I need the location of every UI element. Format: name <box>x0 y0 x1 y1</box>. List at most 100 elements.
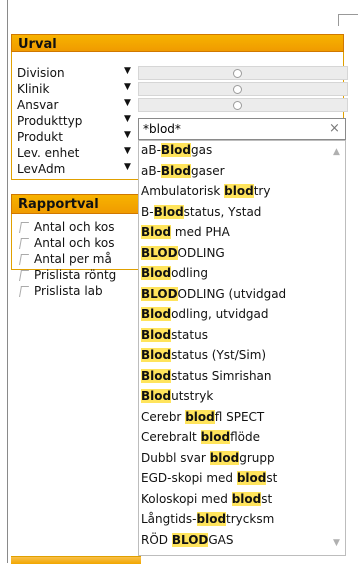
dropdown-option[interactable]: Långtids-blodtrycksm <box>141 510 274 529</box>
field-row-klinik[interactable]: Klinik ▼ <box>12 81 348 97</box>
dropdown-option[interactable]: aB-Blodgaser <box>141 162 225 181</box>
dropdown-arrow-icon[interactable]: ▼ <box>124 82 131 92</box>
option-text-match: blod <box>231 491 262 506</box>
option-text-post: status (Yst/Sim) <box>171 348 267 362</box>
checkbox-icon[interactable] <box>19 238 29 249</box>
dropdown-option[interactable]: Blodstatus (Yst/Sim) <box>141 346 266 365</box>
option-text-post: odling, utvidgad <box>171 307 269 321</box>
dropdown-option[interactable]: Cerebr blodfl SPECT <box>141 408 264 427</box>
dropdown-arrow-icon[interactable]: ▼ <box>124 66 131 76</box>
option-text-post: gas <box>191 143 213 157</box>
dropdown-option[interactable]: B-Blodstatus, Ystad <box>141 203 261 222</box>
option-text-post: status, Ystad <box>183 204 262 219</box>
option-text-pre: B- <box>141 204 154 219</box>
left-border-line <box>7 0 8 563</box>
checkbox-icon[interactable] <box>19 222 29 233</box>
field-row-ansvar[interactable]: Ansvar ▼ <box>12 97 348 113</box>
option-text-match: blod <box>209 450 240 465</box>
option-text-match: blod <box>185 409 215 424</box>
report-item-label: Antal och kos <box>34 220 115 234</box>
option-text-match: Blod <box>141 225 172 239</box>
field-label: Division <box>17 66 65 80</box>
dropdown-option[interactable]: Blod med PHA <box>141 223 230 242</box>
field-value-box[interactable] <box>138 98 348 112</box>
checkbox-icon[interactable] <box>19 270 29 281</box>
radio-dot-icon <box>233 85 242 94</box>
option-text-pre: aB- <box>141 163 161 178</box>
option-text-post: odling <box>171 266 208 280</box>
option-text-post: status Simrishan <box>171 368 272 383</box>
field-label: LevAdm <box>17 162 66 176</box>
checkbox-icon[interactable] <box>19 254 29 265</box>
option-text-match: Blod <box>141 266 172 280</box>
dropdown-arrow-icon[interactable]: ▼ <box>124 98 131 108</box>
dropdown-arrow-icon[interactable]: ▼ <box>124 162 131 172</box>
option-text-match: Blod <box>141 368 172 383</box>
field-label: Ansvar <box>17 98 59 112</box>
dropdown-option[interactable]: Blodstatus <box>141 326 208 345</box>
dropdown-arrow-icon[interactable]: ▼ <box>124 114 131 124</box>
option-text-match: BLOD <box>171 532 209 547</box>
report-item-label: Antal och kos <box>34 236 115 250</box>
dropdown-option[interactable]: BLODODLING (utvidgad <box>141 285 286 304</box>
option-text-match: blod <box>236 471 267 485</box>
radio-dot-icon <box>233 69 242 78</box>
scroll-up-arrow-icon[interactable]: ▲ <box>333 147 340 157</box>
option-text-match: blod <box>224 184 254 198</box>
dropdown-option[interactable]: Blododling, utvidgad <box>141 305 269 324</box>
field-row-division[interactable]: Division ▼ <box>12 65 348 81</box>
suggestion-dropdown-list[interactable]: aB-Blodgas aB-Blodgaser Ambulatorisk blodt… <box>138 140 346 556</box>
dropdown-option[interactable]: RÖD BLODGAS <box>141 531 234 550</box>
option-text-match: Blod <box>141 307 172 321</box>
rapportval-title: Rapportval <box>18 197 99 212</box>
option-text-match: Blod <box>160 143 192 157</box>
report-item-label: Prislista lab <box>34 284 103 298</box>
field-label: Lev. enhet <box>17 146 80 160</box>
option-text-match: blod <box>196 512 227 526</box>
option-text-match: BLOD <box>141 286 178 301</box>
radio-dot-icon <box>233 101 242 110</box>
option-text-post: fl SPECT <box>214 409 265 424</box>
option-text-pre: Cerebr <box>141 409 186 424</box>
dropdown-option[interactable]: Dubbl svar blodgrupp <box>141 449 275 468</box>
option-text-pre: RÖD <box>141 532 172 547</box>
scroll-down-arrow-icon[interactable]: ▼ <box>333 538 340 548</box>
option-text-match: Blod <box>141 327 172 342</box>
dropdown-option[interactable]: Cerebralt blodflöde <box>141 428 260 447</box>
top-right-frame-corner <box>338 14 358 26</box>
dropdown-arrow-icon[interactable]: ▼ <box>124 130 131 140</box>
dropdown-option[interactable]: Blodutstryk <box>141 387 213 406</box>
produkttyp-search-input[interactable] <box>138 118 346 140</box>
option-text-post: st <box>266 471 278 485</box>
dropdown-option[interactable]: Blodstatus Simrishan <box>141 367 272 386</box>
dropdown-option[interactable]: Koloskopi med blodst <box>141 490 272 509</box>
option-text-match: Blod <box>160 163 192 178</box>
option-text-pre: Dubbl svar <box>141 450 210 465</box>
checkbox-icon[interactable] <box>19 286 29 297</box>
report-item-label: Antal per må <box>34 252 112 266</box>
urval-header: Urval <box>11 34 344 52</box>
option-text-match: Blod <box>141 348 172 362</box>
field-value-box[interactable] <box>138 66 348 80</box>
report-item-label: Prislista röntg <box>34 268 117 282</box>
option-text-post: st <box>261 491 273 506</box>
option-text-pre: EGD-skopi med <box>141 471 237 485</box>
option-text-post: status <box>171 327 208 342</box>
field-label: Klinik <box>17 82 50 96</box>
option-text-post: GAS <box>208 532 234 547</box>
option-text-post: ODLING (utvidgad <box>177 286 287 301</box>
dropdown-arrow-icon[interactable]: ▼ <box>124 146 131 156</box>
dropdown-option[interactable]: BLODODLING <box>141 244 225 263</box>
option-text-pre: Koloskopi med <box>141 491 232 506</box>
option-text-post: trycksm <box>226 512 275 526</box>
field-value-box[interactable] <box>138 82 348 96</box>
option-text-match: blod <box>200 430 231 444</box>
option-text-post: flöde <box>230 430 261 444</box>
clear-search-icon[interactable]: × <box>329 121 340 136</box>
field-label: Produkt <box>17 130 63 144</box>
dropdown-option[interactable]: EGD-skopi med blodst <box>141 469 277 488</box>
dropdown-option[interactable]: aB-Blodgas <box>141 141 212 160</box>
dropdown-option[interactable]: Blododling <box>141 264 208 283</box>
dropdown-option[interactable]: Ambulatorisk blodtry <box>141 182 270 201</box>
option-text-match: Blod <box>153 204 184 219</box>
